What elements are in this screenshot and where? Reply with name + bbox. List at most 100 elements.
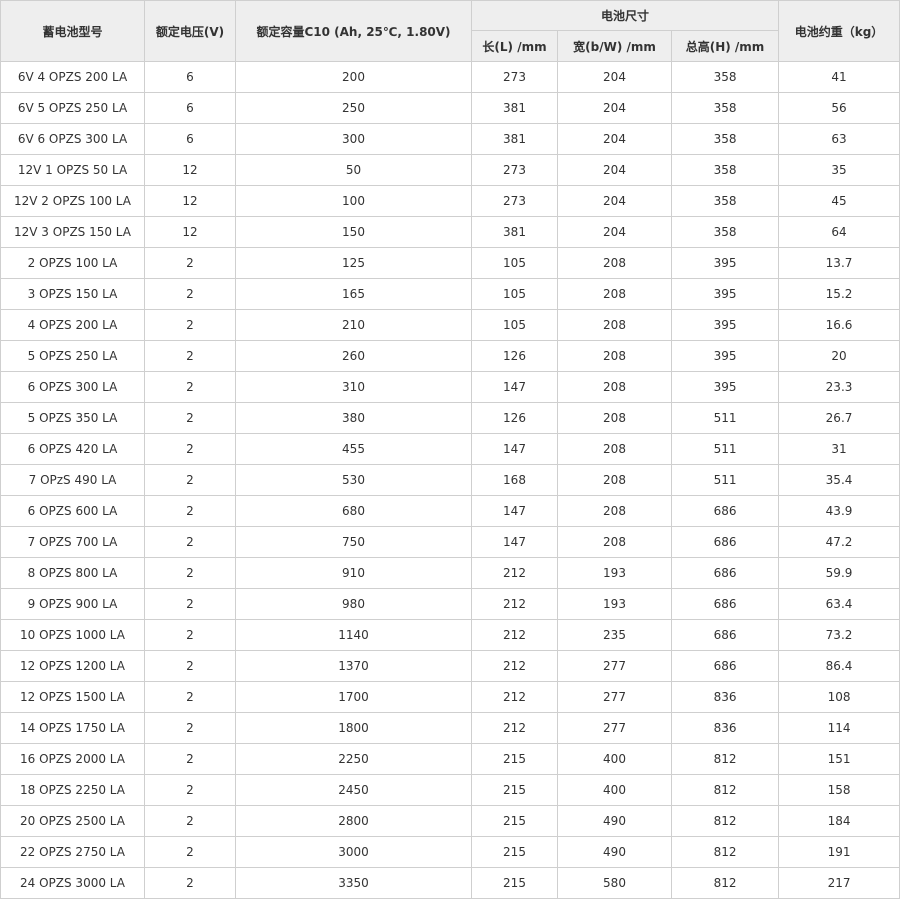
cell-voltage: 2 bbox=[144, 867, 236, 899]
cell-width: 208 bbox=[557, 247, 672, 279]
cell-model: 14 OPZS 1750 LA bbox=[0, 712, 145, 744]
cell-length: 215 bbox=[471, 805, 558, 837]
table-body: 6V 4 OPZS 200 LA 6 200 273 204 358 41 6V 5 OPZS… bbox=[0, 61, 900, 899]
cell-model: 6 OPZS 300 LA bbox=[0, 371, 145, 403]
cell-height: 686 bbox=[670, 588, 780, 620]
cell-capacity: 2450 bbox=[235, 774, 472, 806]
cell-weight: 41 bbox=[778, 61, 900, 93]
cell-capacity: 210 bbox=[235, 309, 472, 341]
cell-height: 686 bbox=[670, 526, 780, 558]
cell-capacity: 1370 bbox=[235, 650, 472, 682]
table-row: 8 OPZS 800 LA 2 910 212 193 686 59.9 bbox=[0, 557, 900, 589]
table-row: 9 OPZS 900 LA 2 980 212 193 686 63.4 bbox=[0, 588, 900, 620]
cell-length: 273 bbox=[471, 61, 558, 93]
cell-height: 511 bbox=[670, 464, 780, 496]
cell-model: 6V 4 OPZS 200 LA bbox=[0, 61, 145, 93]
cell-width: 204 bbox=[557, 61, 672, 93]
cell-capacity: 910 bbox=[235, 557, 472, 589]
cell-width: 208 bbox=[557, 433, 672, 465]
cell-height: 511 bbox=[670, 433, 780, 465]
cell-model: 12 OPZS 1500 LA bbox=[0, 681, 145, 713]
cell-capacity: 300 bbox=[235, 123, 472, 155]
cell-capacity: 530 bbox=[235, 464, 472, 496]
table-row: 2 OPZS 100 LA 2 125 105 208 395 13.7 bbox=[0, 247, 900, 279]
cell-voltage: 2 bbox=[144, 495, 236, 527]
cell-width: 208 bbox=[557, 371, 672, 403]
cell-capacity: 150 bbox=[235, 216, 472, 248]
cell-width: 400 bbox=[557, 743, 672, 775]
cell-length: 212 bbox=[471, 619, 558, 651]
cell-width: 208 bbox=[557, 495, 672, 527]
cell-weight: 86.4 bbox=[778, 650, 900, 682]
cell-length: 273 bbox=[471, 154, 558, 186]
cell-weight: 45 bbox=[778, 185, 900, 217]
cell-height: 358 bbox=[670, 123, 780, 155]
cell-voltage: 2 bbox=[144, 433, 236, 465]
cell-weight: 15.2 bbox=[778, 278, 900, 310]
table-row: 5 OPZS 250 LA 2 260 126 208 395 20 bbox=[0, 340, 900, 372]
header-voltage: 额定电压(V) bbox=[144, 0, 236, 62]
table-row: 24 OPZS 3000 LA 2 3350 215 580 812 217 bbox=[0, 867, 900, 899]
cell-length: 381 bbox=[471, 123, 558, 155]
cell-height: 358 bbox=[670, 61, 780, 93]
header-capacity: 额定容量C10 (Ah, 25℃, 1.80V) bbox=[235, 0, 472, 62]
cell-length: 212 bbox=[471, 712, 558, 744]
cell-width: 204 bbox=[557, 216, 672, 248]
cell-length: 126 bbox=[471, 402, 558, 434]
cell-length: 273 bbox=[471, 185, 558, 217]
header-height: 总高(H) /mm bbox=[670, 30, 780, 62]
cell-length: 215 bbox=[471, 836, 558, 868]
cell-capacity: 250 bbox=[235, 92, 472, 124]
table-row: 12 OPZS 1200 LA 2 1370 212 277 686 86.4 bbox=[0, 650, 900, 682]
cell-height: 358 bbox=[670, 185, 780, 217]
cell-capacity: 1700 bbox=[235, 681, 472, 713]
cell-voltage: 2 bbox=[144, 805, 236, 837]
cell-capacity: 50 bbox=[235, 154, 472, 186]
cell-length: 381 bbox=[471, 92, 558, 124]
table-row: 18 OPZS 2250 LA 2 2450 215 400 812 158 bbox=[0, 774, 900, 806]
cell-length: 215 bbox=[471, 774, 558, 806]
cell-length: 147 bbox=[471, 371, 558, 403]
table-row: 16 OPZS 2000 LA 2 2250 215 400 812 151 bbox=[0, 743, 900, 775]
cell-voltage: 2 bbox=[144, 464, 236, 496]
cell-model: 12V 3 OPZS 150 LA bbox=[0, 216, 145, 248]
cell-model: 9 OPZS 900 LA bbox=[0, 588, 145, 620]
cell-width: 208 bbox=[557, 402, 672, 434]
cell-model: 24 OPZS 3000 LA bbox=[0, 867, 145, 899]
cell-capacity: 125 bbox=[235, 247, 472, 279]
table-row: 12V 1 OPZS 50 LA 12 50 273 204 358 35 bbox=[0, 154, 900, 186]
cell-width: 235 bbox=[557, 619, 672, 651]
cell-capacity: 680 bbox=[235, 495, 472, 527]
cell-width: 193 bbox=[557, 557, 672, 589]
cell-voltage: 2 bbox=[144, 681, 236, 713]
cell-height: 686 bbox=[670, 650, 780, 682]
cell-capacity: 380 bbox=[235, 402, 472, 434]
cell-model: 8 OPZS 800 LA bbox=[0, 557, 145, 589]
table-row: 6V 5 OPZS 250 LA 6 250 381 204 358 56 bbox=[0, 92, 900, 124]
cell-height: 686 bbox=[670, 619, 780, 651]
cell-model: 18 OPZS 2250 LA bbox=[0, 774, 145, 806]
cell-height: 812 bbox=[670, 867, 780, 899]
header-dimensions: 电池尺寸 bbox=[470, 0, 780, 31]
cell-model: 5 OPZS 350 LA bbox=[0, 402, 145, 434]
cell-voltage: 2 bbox=[144, 650, 236, 682]
cell-capacity: 1140 bbox=[235, 619, 472, 651]
cell-length: 147 bbox=[471, 433, 558, 465]
cell-width: 277 bbox=[557, 712, 672, 744]
cell-voltage: 2 bbox=[144, 526, 236, 558]
cell-width: 208 bbox=[557, 340, 672, 372]
cell-height: 812 bbox=[670, 774, 780, 806]
cell-height: 395 bbox=[670, 371, 780, 403]
cell-voltage: 2 bbox=[144, 588, 236, 620]
cell-weight: 43.9 bbox=[778, 495, 900, 527]
cell-length: 147 bbox=[471, 495, 558, 527]
cell-weight: 63.4 bbox=[778, 588, 900, 620]
header-length: 长(L) /mm bbox=[471, 30, 558, 62]
cell-weight: 35.4 bbox=[778, 464, 900, 496]
cell-voltage: 2 bbox=[144, 743, 236, 775]
cell-length: 105 bbox=[471, 309, 558, 341]
cell-voltage: 2 bbox=[144, 309, 236, 341]
cell-weight: 64 bbox=[778, 216, 900, 248]
cell-weight: 56 bbox=[778, 92, 900, 124]
cell-model: 6 OPZS 600 LA bbox=[0, 495, 145, 527]
